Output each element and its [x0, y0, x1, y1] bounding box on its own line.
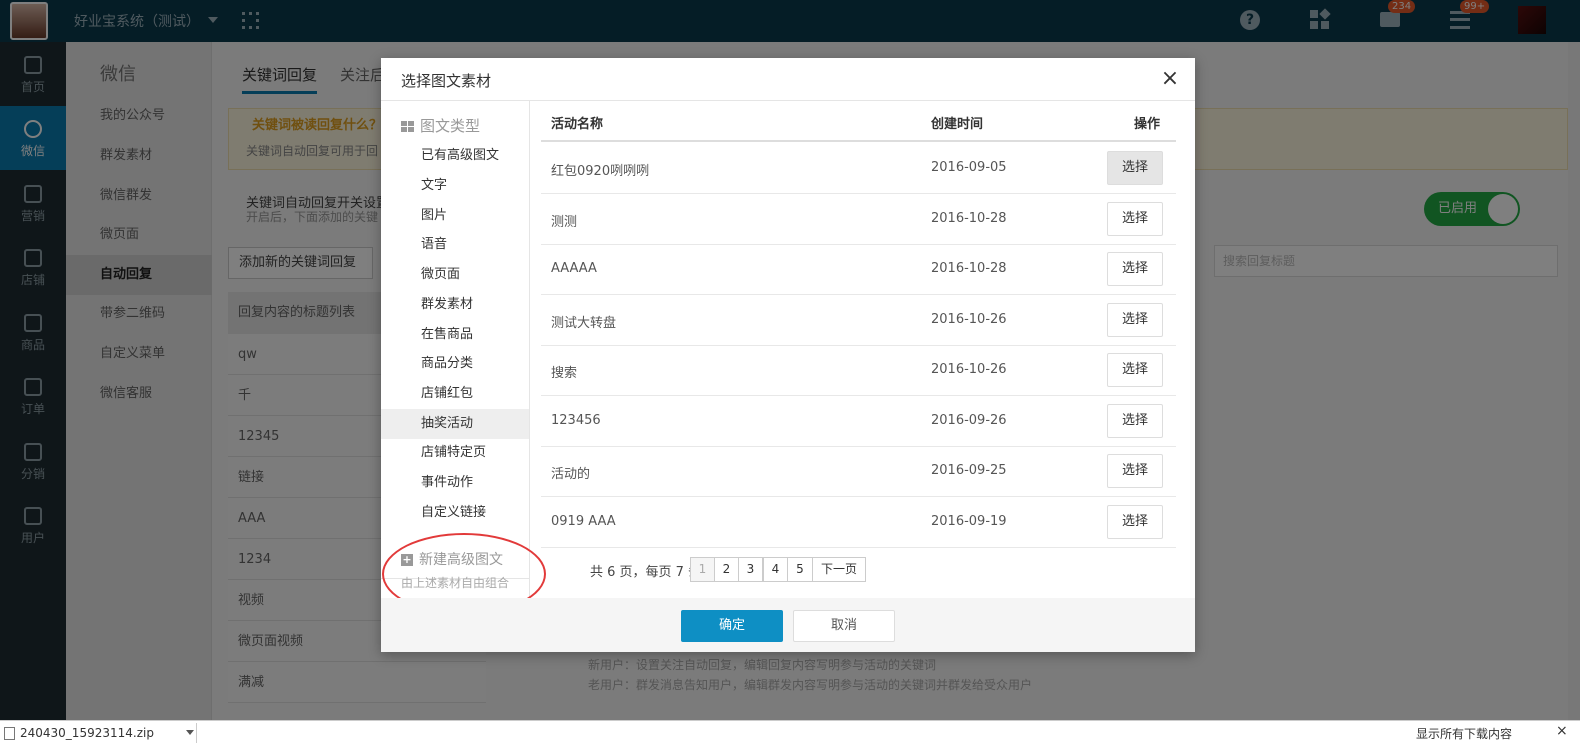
select-button[interactable]: 选择: [1107, 303, 1163, 337]
next-page-button[interactable]: 下一页: [812, 557, 866, 582]
modal-title: 选择图文素材: [401, 72, 492, 90]
side-item[interactable]: 已有高级图文: [381, 141, 529, 171]
table-header: 活动名称 创建时间 操作: [541, 101, 1176, 142]
side-item[interactable]: 店铺特定页: [381, 438, 529, 468]
confirm-button[interactable]: 确定: [681, 610, 783, 642]
pagination-info: 共 6 页，每页 7 条: [590, 565, 702, 580]
side-item[interactable]: 图片: [381, 201, 529, 231]
table-row: 活动的 2016-09-25 选择: [541, 446, 1176, 497]
table-row: 0919 AAA 2016-09-19 选择: [541, 497, 1176, 548]
side-group-title: 图文类型: [401, 115, 480, 136]
table-row: 红包0920咧咧咧 2016-09-05 选择: [541, 143, 1176, 194]
cancel-button[interactable]: 取消: [793, 610, 895, 642]
close-icon[interactable]: ×: [1556, 723, 1568, 739]
side-item-active[interactable]: 抽奖活动: [381, 409, 529, 439]
select-material-modal: 选择图文素材 × 图文类型 已有高级图文 文字 图片 语音 微页面 群发素材 在…: [381, 58, 1195, 652]
select-button[interactable]: 选择: [1107, 151, 1163, 185]
side-item[interactable]: 自定义链接: [381, 498, 529, 528]
select-button[interactable]: 选择: [1107, 505, 1163, 539]
modal-footer: 确定 取消: [381, 598, 1195, 652]
show-all-downloads-link[interactable]: 显示所有下载内容: [1416, 725, 1512, 742]
table-row: 搜索 2016-10-26 选择: [541, 345, 1176, 396]
side-item[interactable]: 店铺红包: [381, 379, 529, 409]
select-button[interactable]: 选择: [1107, 202, 1163, 236]
close-icon[interactable]: ×: [1159, 68, 1181, 90]
select-button[interactable]: 选择: [1107, 353, 1163, 387]
table-row: AAAAA 2016-10-28 选择: [541, 244, 1176, 295]
side-item[interactable]: 文字: [381, 171, 529, 201]
page-button[interactable]: 3: [738, 557, 763, 582]
chevron-down-icon[interactable]: [186, 730, 194, 735]
grid-icon: [401, 121, 414, 132]
side-item[interactable]: 事件动作: [381, 468, 529, 498]
side-item[interactable]: 在售商品: [381, 320, 529, 350]
page-button[interactable]: 4: [763, 557, 788, 582]
page-button[interactable]: 2: [714, 557, 739, 582]
side-item[interactable]: 商品分类: [381, 349, 529, 379]
table-row: 123456 2016-09-26 选择: [541, 396, 1176, 447]
file-icon: [4, 727, 15, 740]
select-button[interactable]: 选择: [1107, 252, 1163, 286]
material-type-sidebar: 图文类型 已有高级图文 文字 图片 语音 微页面 群发素材 在售商品 商品分类 …: [381, 101, 530, 598]
side-item[interactable]: 语音: [381, 230, 529, 260]
side-item[interactable]: 微页面: [381, 260, 529, 290]
modal-header: 选择图文素材 ×: [381, 58, 1195, 101]
page-button[interactable]: 5: [787, 557, 813, 582]
table-row: 测测 2016-10-28 选择: [541, 194, 1176, 245]
page-button[interactable]: 1: [690, 557, 715, 582]
download-item[interactable]: 240430_15923114.zip: [0, 723, 197, 743]
select-button[interactable]: 选择: [1107, 404, 1163, 438]
download-bar: 240430_15923114.zip 显示所有下载内容 ×: [0, 720, 1580, 744]
table-row: 测试大转盘 2016-10-26 选择: [541, 295, 1176, 346]
side-item[interactable]: 群发素材: [381, 290, 529, 320]
select-button[interactable]: 选择: [1107, 454, 1163, 488]
